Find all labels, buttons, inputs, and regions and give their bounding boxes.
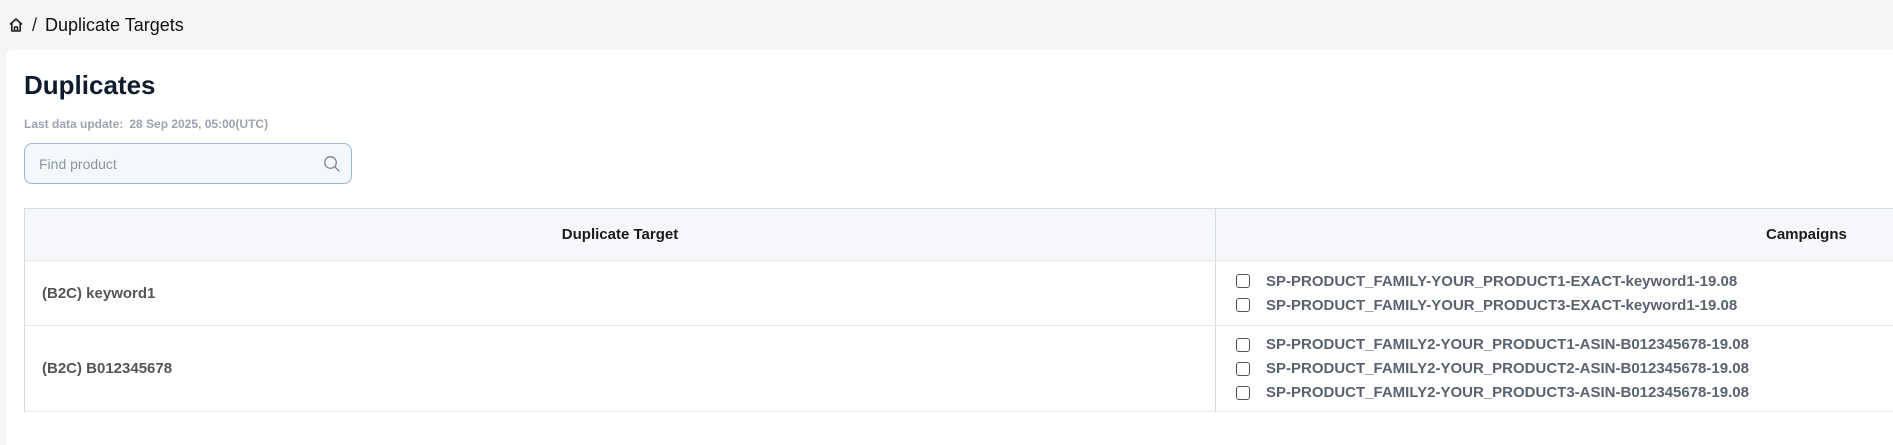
page-title: Duplicates (24, 70, 156, 100)
breadcrumb: / Duplicate Targets (0, 0, 1893, 50)
campaign-checkbox[interactable] (1236, 361, 1250, 376)
search-icon[interactable] (323, 155, 341, 178)
campaign-item: SP-PRODUCT_FAMILY-YOUR_PRODUCT3-EXACT-ke… (1236, 293, 1893, 317)
last-update-label: Last data update: (24, 117, 124, 131)
last-update: Last data update: 28 Sep 2025, 05:00(UTC) (24, 117, 268, 131)
duplicate-target-cell: (B2C) B012345678 (25, 326, 1216, 411)
campaigns-cell: SP-PRODUCT_FAMILY-YOUR_PRODUCT1-EXACT-ke… (1216, 261, 1893, 325)
column-header-duplicate-target[interactable]: Duplicate Target (25, 209, 1216, 260)
campaign-item: SP-PRODUCT_FAMILY-YOUR_PRODUCT1-EXACT-ke… (1236, 269, 1893, 293)
column-header-campaigns[interactable]: Campaigns (1216, 209, 1893, 260)
campaign-label: SP-PRODUCT_FAMILY-YOUR_PRODUCT1-EXACT-ke… (1266, 272, 1738, 290)
campaign-label: SP-PRODUCT_FAMILY-YOUR_PRODUCT3-EXACT-ke… (1266, 296, 1738, 314)
breadcrumb-separator: / (32, 14, 38, 35)
table-row: (B2C) B012345678 SP-PRODUCT_FAMILY2-YOUR… (25, 326, 1893, 412)
campaign-label: SP-PRODUCT_FAMILY2-YOUR_PRODUCT3-ASIN-B0… (1266, 384, 1749, 401)
campaign-label: SP-PRODUCT_FAMILY2-YOUR_PRODUCT2-ASIN-B0… (1266, 360, 1749, 377)
table-row: (B2C) keyword1 SP-PRODUCT_FAMILY-YOUR_PR… (25, 261, 1893, 326)
campaign-checkbox[interactable] (1236, 298, 1250, 312)
campaign-item: SP-PRODUCT_FAMILY2-YOUR_PRODUCT2-ASIN-B0… (1236, 357, 1893, 381)
breadcrumb-current: Duplicate Targets (45, 14, 184, 35)
campaign-item: SP-PRODUCT_FAMILY2-YOUR_PRODUCT3-ASIN-B0… (1236, 381, 1893, 405)
last-update-value: 28 Sep 2025, 05:00(UTC) (129, 117, 269, 131)
search-input[interactable] (25, 154, 311, 173)
home-icon[interactable] (8, 17, 24, 33)
campaign-checkbox[interactable] (1236, 274, 1250, 288)
campaign-checkbox[interactable] (1236, 337, 1250, 352)
main-card: Duplicates Last data update: 28 Sep 2025,… (6, 50, 1893, 445)
duplicate-target-cell: (B2C) keyword1 (25, 261, 1216, 325)
table-header: Duplicate Target Campaigns (25, 209, 1893, 261)
campaign-item: SP-PRODUCT_FAMILY2-YOUR_PRODUCT1-ASIN-B0… (1236, 333, 1893, 357)
campaign-checkbox[interactable] (1236, 385, 1250, 400)
campaigns-cell: SP-PRODUCT_FAMILY2-YOUR_PRODUCT1-ASIN-B0… (1216, 326, 1893, 411)
search-box[interactable] (24, 143, 352, 184)
duplicates-table: Duplicate Target Campaigns (B2C) keyword… (24, 208, 1893, 412)
campaign-label: SP-PRODUCT_FAMILY2-YOUR_PRODUCT1-ASIN-B0… (1266, 336, 1749, 353)
